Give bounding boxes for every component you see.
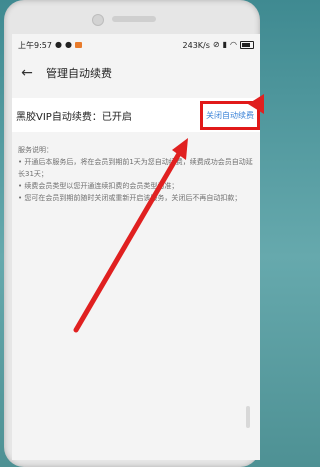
- wifi-icon: ◠: [230, 40, 237, 49]
- screen: 上午9:57 ● ● 243K/s ⊘ ▮ ◠ ← 管理自动续费 黑胶VIP自动…: [12, 34, 260, 460]
- app-notification-icon: [74, 42, 82, 48]
- signal-icon: ▮: [222, 40, 228, 49]
- chat-notification-icon: ●: [54, 40, 62, 49]
- speaker-grille: [112, 16, 156, 22]
- page-title: 管理自动续费: [46, 67, 112, 80]
- back-arrow-icon[interactable]: ←: [18, 65, 36, 81]
- auto-renew-status: 黑胶VIP自动续费：已开启: [16, 111, 132, 123]
- edge-swipe-indicator: [246, 406, 250, 428]
- side-pointer-arrow-icon: [248, 94, 264, 114]
- phone-frame: 上午9:57 ● ● 243K/s ⊘ ▮ ◠ ← 管理自动续费 黑胶VIP自动…: [4, 0, 260, 467]
- service-description: 服务说明： • 开通后本服务后，将在会员到期前1天为您自动续费，续费成功会员自动…: [12, 132, 260, 204]
- message-notification-icon: ●: [64, 40, 72, 49]
- status-time: 上午9:57: [18, 40, 52, 50]
- service-description-heading: 服务说明：: [18, 146, 53, 154]
- front-camera-icon: [92, 14, 104, 26]
- status-bar: 上午9:57 ● ● 243K/s ⊘ ▮ ◠: [12, 34, 260, 56]
- service-line-1: • 开通后本服务后，将在会员到期前1天为您自动续费，续费成功会员自动延长31天；: [18, 158, 253, 178]
- network-speed: 243K/s: [182, 40, 210, 50]
- service-line-3: • 您可在会员到期前随时关闭或重新开启该服务，关闭后不再自动扣款；: [18, 194, 242, 202]
- service-line-2: • 续费会员类型以您开通连续扣费的会员类型为准；: [18, 182, 179, 190]
- app-bar: ← 管理自动续费: [12, 56, 260, 90]
- battery-icon: [240, 41, 254, 49]
- auto-renew-row: 黑胶VIP自动续费：已开启 关闭自动续费: [12, 98, 260, 132]
- silent-mode-icon: ⊘: [212, 40, 220, 49]
